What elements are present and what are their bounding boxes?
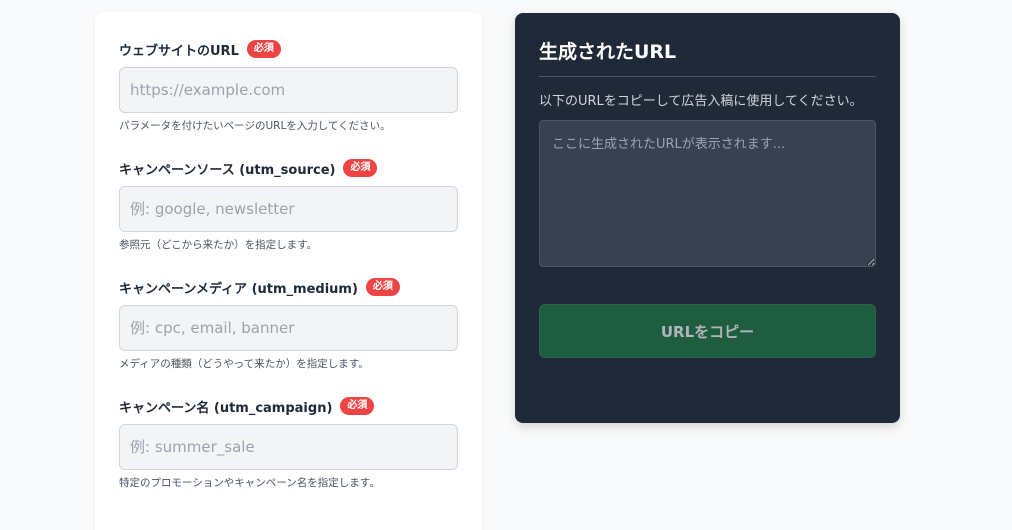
website-url-field: ウェブサイトのURL 必須 パラメータを付けたいページのURLを入力してください…: [119, 38, 458, 133]
utm-source-input[interactable]: [119, 186, 458, 232]
utm-medium-label-row: キャンペーンメディア (utm_medium) 必須: [119, 276, 458, 298]
utm-source-label: キャンペーンソース (utm_source): [119, 162, 336, 178]
website-url-label-row: ウェブサイトのURL 必須: [119, 38, 458, 60]
utm-medium-label: キャンペーンメディア (utm_medium): [119, 281, 358, 297]
required-badge: 必須: [340, 397, 375, 415]
website-url-input[interactable]: [119, 67, 458, 113]
copy-url-button[interactable]: URLをコピー: [539, 304, 876, 358]
utm-source-label-row: キャンペーンソース (utm_source) 必須: [119, 157, 458, 179]
required-badge: 必須: [343, 159, 378, 177]
utm-medium-help: メディアの種類（どうやって来たか）を指定します。: [119, 358, 369, 370]
utm-campaign-input[interactable]: [119, 424, 458, 470]
utm-medium-field: キャンペーンメディア (utm_medium) 必須 メディアの種類（どうやって…: [119, 276, 458, 371]
utm-source-help: 参照元（どこから来たか）を指定します。: [119, 239, 318, 251]
generated-url-title: 生成されたURL: [539, 35, 876, 77]
utm-campaign-field: キャンペーン名 (utm_campaign) 必須 特定のプロモーションやキャン…: [119, 395, 458, 490]
utm-medium-input[interactable]: [119, 305, 458, 351]
required-badge: 必須: [365, 278, 400, 296]
website-url-help: パラメータを付けたいページのURLを入力してください。: [119, 120, 391, 132]
utm-campaign-help: 特定のプロモーションやキャンペーン名を指定します。: [119, 477, 380, 489]
generated-url-panel: 生成されたURL 以下のURLをコピーして広告入稿に使用してください。 URLを…: [515, 13, 900, 423]
utm-form-card: ウェブサイトのURL 必須 パラメータを付けたいページのURLを入力してください…: [95, 12, 482, 530]
utm-campaign-label: キャンペーン名 (utm_campaign): [119, 400, 333, 416]
generated-url-description: 以下のURLをコピーして広告入稿に使用してください。: [539, 94, 863, 109]
generated-url-output[interactable]: [539, 120, 876, 267]
utm-campaign-label-row: キャンペーン名 (utm_campaign) 必須: [119, 395, 458, 417]
utm-source-field: キャンペーンソース (utm_source) 必須 参照元（どこから来たか）を指…: [119, 157, 458, 252]
website-url-label: ウェブサイトのURL: [119, 43, 239, 59]
required-badge: 必須: [246, 40, 281, 58]
